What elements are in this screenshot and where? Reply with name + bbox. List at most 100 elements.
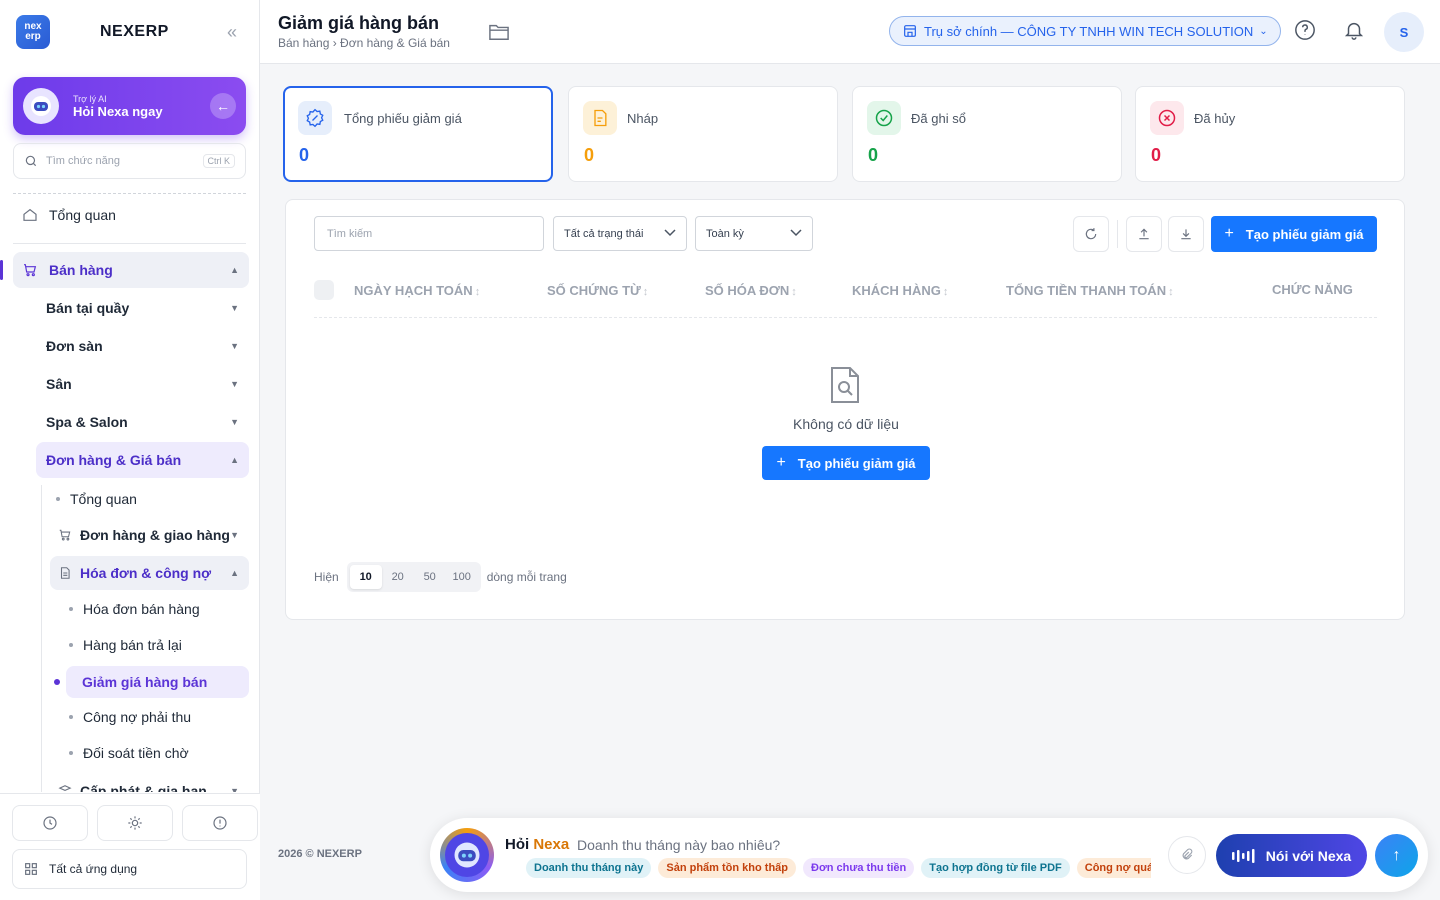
- create-discount-label: Tạo phiếu giảm giá: [1245, 226, 1364, 242]
- sidebar-item-marketplace[interactable]: Đơn sàn ▼: [36, 328, 249, 364]
- talk-to-nexa-button[interactable]: Nói với Nexa: [1216, 834, 1367, 877]
- sidebar-item-receivables[interactable]: Công nợ phải thu: [66, 700, 249, 734]
- ask-prompt-input[interactable]: Doanh thu tháng này bao nhiêu?: [577, 837, 780, 853]
- sidebar-item-invoice-debt[interactable]: Hóa đơn & công nợ ▲: [50, 556, 249, 590]
- column-header-label: CHỨC NĂNG: [1272, 282, 1353, 297]
- robot-icon: [23, 88, 59, 124]
- refresh-button[interactable]: [1073, 216, 1109, 252]
- nexa-avatar[interactable]: [440, 828, 494, 882]
- sidebar-item-orders-delivery[interactable]: Đơn hàng & giao hàng ▼: [50, 518, 249, 552]
- sidebar-item-sales-discount[interactable]: Giảm giá hàng bán: [66, 666, 249, 698]
- column-header[interactable]: KHÁCH HÀNG ↕: [852, 283, 948, 298]
- suggestion-chip[interactable]: Doanh thu tháng này: [526, 858, 652, 878]
- sidebar-item-label: Tổng quan: [70, 491, 137, 507]
- history-button[interactable]: [12, 805, 88, 841]
- column-header: CHỨC NĂNG: [1272, 282, 1353, 297]
- suggestion-chip[interactable]: Đơn chưa thu tiền: [803, 858, 915, 878]
- sidebar-item-label: Đơn hàng & giao hàng: [80, 527, 230, 543]
- sidebar-item-pending-reconcile[interactable]: Đối soát tiền chờ: [66, 736, 249, 770]
- breadcrumb[interactable]: Bán hàng › Đơn hàng & Giá bán: [278, 36, 450, 50]
- suggestion-chip[interactable]: Sản phẩm tồn kho thấp: [658, 858, 797, 878]
- help-icon[interactable]: [1293, 18, 1317, 42]
- arrow-left-icon[interactable]: ←: [210, 93, 236, 119]
- sidebar-item-label: Sân: [46, 376, 72, 392]
- sidebar: nex erp NEXERP « Trợ lý AI Hỏi Nexa ngay…: [0, 0, 260, 900]
- download-icon: [1181, 229, 1191, 240]
- pager-per-page-label: dòng mỗi trang: [486, 570, 567, 584]
- stat-card-cancelled[interactable]: Đã hủy 0: [1135, 86, 1405, 182]
- logo-text-bottom: erp: [25, 31, 41, 42]
- store-icon: [904, 25, 916, 37]
- stat-card-total[interactable]: Tổng phiếu giảm giá 0: [283, 86, 553, 182]
- sidebar-item-orders-pricing[interactable]: Đơn hàng & Giá bán ▲: [36, 442, 249, 478]
- sidebar-item-pos[interactable]: Bán tại quầy ▼: [36, 290, 249, 326]
- plus-icon: +: [776, 454, 786, 471]
- page-size-option[interactable]: 50: [414, 565, 446, 589]
- sidebar-bottom: Tất cả ứng dụng: [0, 793, 260, 900]
- theme-button[interactable]: [97, 805, 173, 841]
- page-size-option[interactable]: 20: [382, 565, 414, 589]
- column-header-label: NGÀY HẠCH TOÁN: [354, 283, 473, 298]
- sidebar-item-provision[interactable]: Cấp phát & gia hạn ▼: [50, 774, 249, 792]
- table-header: NGÀY HẠCH TOÁN ↕ SỐ CHỨNG TỪ ↕ SỐ HÓA ĐƠN ↕…: [314, 272, 1377, 318]
- search-input[interactable]: [314, 216, 544, 251]
- ask-nexa-bar: Hỏi Nexa Doanh thu tháng này bao nhiêu? …: [430, 818, 1428, 892]
- all-apps-label: Tất cả ứng dụng: [49, 862, 138, 876]
- all-apps-button[interactable]: Tất cả ứng dụng: [12, 849, 247, 889]
- branch-selector[interactable]: Trụ sở chính — CÔNG TY TNHH WIN TECH SOL…: [889, 16, 1281, 46]
- sound-wave-icon: [1231, 848, 1255, 863]
- stat-card-draft[interactable]: Nháp 0: [568, 86, 838, 182]
- robot-icon: [445, 833, 489, 877]
- page-size-selector: Hiện 10 20 50 100 dòng mỗi trang: [314, 562, 567, 592]
- sidebar-nav: Tổng quan Bán hàng ▲ Bán tại quầy ▼ Đơn …: [0, 197, 260, 792]
- branch-label: Trụ sở chính — CÔNG TY TNHH WIN TECH SOL…: [924, 23, 1254, 39]
- attach-button[interactable]: [1168, 836, 1206, 874]
- upload-button[interactable]: [1126, 216, 1162, 252]
- caret-down-icon: ▼: [230, 530, 239, 540]
- user-avatar[interactable]: S: [1384, 12, 1424, 52]
- select-all-checkbox[interactable]: [314, 280, 334, 300]
- sidebar-item-label: Hàng bán trả lại: [83, 637, 182, 653]
- function-search[interactable]: Tìm chức năng Ctrl K: [13, 143, 246, 179]
- sidebar-item-court[interactable]: Sân ▼: [36, 366, 249, 402]
- empty-state-text: Không có dữ liệu: [793, 416, 899, 432]
- sidebar-item-sales[interactable]: Bán hàng ▲: [13, 252, 249, 288]
- column-header[interactable]: NGÀY HẠCH TOÁN ↕: [354, 283, 480, 298]
- sidebar-item-sales-return[interactable]: Hàng bán trả lại: [66, 628, 249, 662]
- create-discount-button[interactable]: + Tạo phiếu giảm giá: [1211, 216, 1377, 252]
- folder-icon[interactable]: [488, 22, 510, 47]
- page-size-option[interactable]: 100: [446, 565, 478, 589]
- copyright: 2026 © NEXERP: [278, 848, 362, 860]
- column-header[interactable]: SỐ HÓA ĐƠN ↕: [705, 283, 797, 298]
- page-size-option[interactable]: 10: [349, 565, 382, 589]
- app-logo[interactable]: nex erp: [16, 15, 50, 49]
- sidebar-item-overview[interactable]: Tổng quan: [13, 197, 249, 233]
- upload-icon: [1139, 228, 1149, 240]
- sidebar-item-spa[interactable]: Spa & Salon ▼: [36, 404, 249, 440]
- stat-label: Đã hủy: [1194, 111, 1236, 126]
- ai-assistant-card[interactable]: Trợ lý AI Hỏi Nexa ngay ←: [13, 77, 246, 135]
- tree-line: [41, 485, 42, 792]
- double-chevron-left-icon[interactable]: «: [227, 22, 237, 43]
- sidebar-item-op-overview[interactable]: Tổng quan: [50, 482, 249, 516]
- bullet-dot: [69, 643, 73, 647]
- status-filter-select[interactable]: Tất cả trạng thái: [553, 216, 687, 251]
- bullet-dot: [69, 607, 73, 611]
- column-header[interactable]: SỐ CHỨNG TỪ ↕: [547, 283, 648, 298]
- send-arrow-icon[interactable]: ↑: [1375, 834, 1418, 877]
- sidebar-item-label: Đối soát tiền chờ: [83, 745, 189, 761]
- column-header[interactable]: TỔNG TIỀN THANH TOÁN ↕: [1006, 283, 1174, 298]
- suggestion-chip[interactable]: Công nợ quá hạn: [1076, 858, 1151, 878]
- download-button[interactable]: [1168, 216, 1204, 252]
- sidebar-item-sales-invoice[interactable]: Hóa đơn bán hàng: [66, 592, 249, 626]
- bell-icon[interactable]: [1342, 18, 1366, 42]
- report-issue-button[interactable]: [182, 805, 258, 841]
- ask-title-name: Nexa: [533, 836, 570, 853]
- period-filter-select[interactable]: Toàn kỳ: [695, 216, 813, 251]
- suggestion-chip[interactable]: Tạo hợp đồng từ file PDF: [921, 858, 1070, 878]
- alert-icon: [213, 816, 227, 830]
- active-dot: [54, 679, 60, 685]
- suggestion-chips: Doanh thu tháng này Sản phẩm tồn kho thấ…: [526, 858, 1151, 880]
- empty-create-discount-button[interactable]: + Tạo phiếu giảm giá: [762, 446, 930, 480]
- stat-card-posted[interactable]: Đã ghi sổ 0: [852, 86, 1122, 182]
